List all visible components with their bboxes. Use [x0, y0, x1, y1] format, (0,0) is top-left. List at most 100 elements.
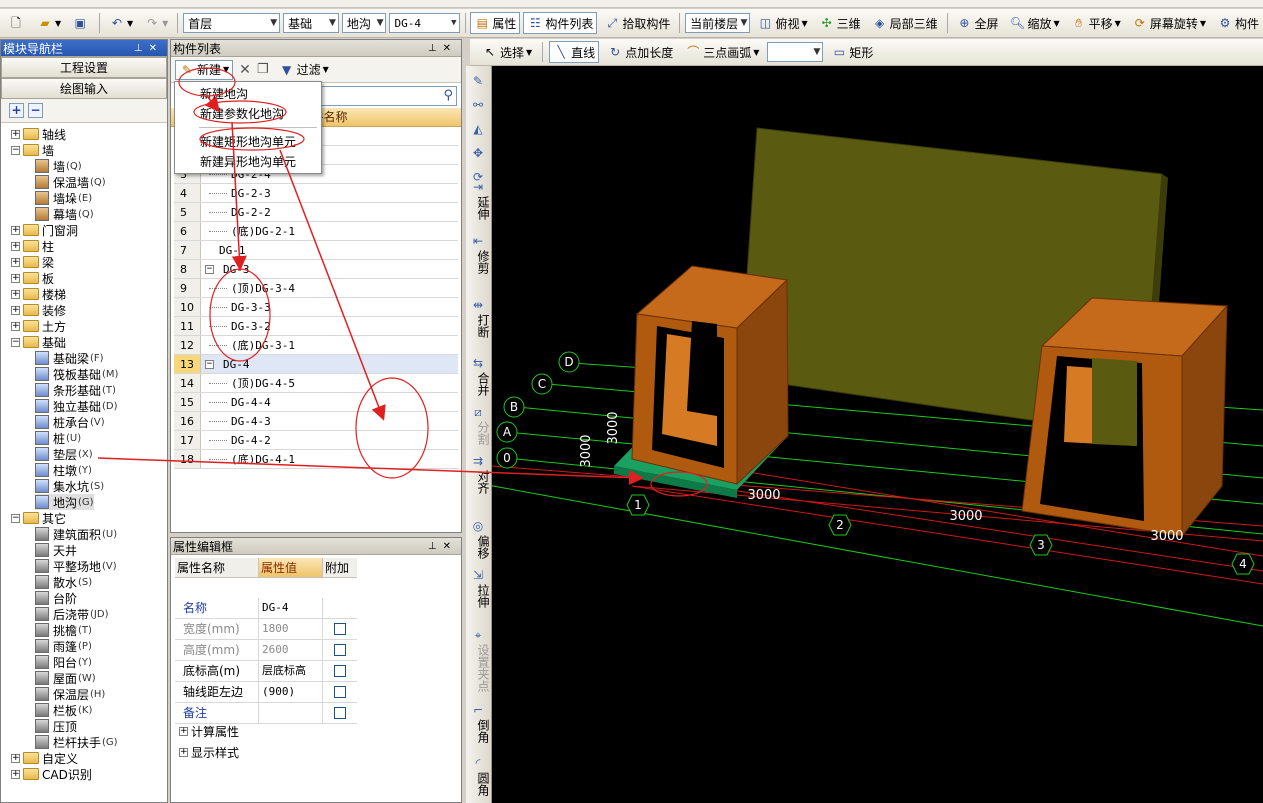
table-row[interactable]: 17 DG-4-2	[174, 431, 458, 450]
tool-icon[interactable]: ⚯	[471, 98, 485, 112]
tree-item[interactable]: 桩 (U)	[35, 430, 81, 446]
tree-item[interactable]: 后浇带 (JD)	[35, 606, 108, 622]
tool-icon[interactable]: ⧄	[471, 405, 485, 419]
tree-item[interactable]: 条形基础 (T)	[35, 382, 116, 398]
tool-icon[interactable]: ⌐	[471, 703, 485, 717]
tool-icon[interactable]: ◎	[471, 519, 485, 533]
expand-all-icon[interactable]: +	[9, 103, 24, 118]
tree-item[interactable]: 基础梁 (F)	[35, 350, 104, 366]
select-button[interactable]: ↖ 选择 ▼	[478, 41, 536, 63]
expand-icon[interactable]: +	[11, 273, 20, 283]
type-select[interactable]: 地沟 ▼	[341, 13, 387, 33]
tree-item[interactable]: + 门窗洞	[11, 222, 78, 238]
tree-item[interactable]: − 其它	[11, 510, 66, 526]
point-length-button[interactable]: ↻ 点加长度	[603, 41, 677, 63]
extra-checkbox[interactable]	[334, 686, 346, 698]
tool-label[interactable]: 圆角	[466, 772, 490, 796]
property-value[interactable]: 1800	[259, 619, 323, 639]
tree-item[interactable]: + 土方	[11, 318, 66, 334]
expand-icon[interactable]: +	[11, 769, 20, 779]
tree-item[interactable]: 台阶	[35, 590, 77, 606]
menu-new-trench[interactable]: 新建地沟	[175, 84, 321, 104]
tool-label[interactable]: 分割	[466, 421, 490, 445]
table-row[interactable]: 14 (顶)DG-4-5	[174, 374, 458, 393]
tree-item[interactable]: − 墙	[11, 142, 54, 158]
tool-label[interactable]: 修剪	[466, 250, 490, 274]
collapse-all-icon[interactable]: −	[28, 103, 43, 118]
new-button[interactable]: ✎ 新建 ▼	[175, 59, 234, 80]
tree-item[interactable]: + 自定义	[11, 750, 78, 766]
table-row[interactable]: 12 (底)DG-3-1	[174, 336, 458, 355]
table-row[interactable]: 5 DG-2-2	[174, 203, 458, 222]
tree-item[interactable]: 独立基础 (D)	[35, 398, 118, 414]
tool-icon[interactable]: ⇉	[471, 454, 485, 468]
tool-label[interactable]: 拉伸	[466, 584, 490, 608]
extra-checkbox[interactable]	[334, 623, 346, 635]
component-button[interactable]: ⚙︎ 构件	[1213, 12, 1263, 34]
new-file-icon[interactable]: 🗋	[4, 12, 30, 34]
property-value[interactable]: 层底标高	[259, 661, 323, 681]
undo-icon[interactable]: ↶ ▼	[105, 12, 137, 34]
component-select[interactable]: DG-4 ▼	[389, 13, 460, 33]
rotate-button[interactable]: ⟳ 屏幕旋转 ▼	[1128, 12, 1210, 34]
menu-new-param-trench[interactable]: 新建参数化地沟	[175, 104, 321, 124]
expand-icon[interactable]: +	[11, 257, 20, 267]
property-group-calc[interactable]: + 计算属性	[175, 722, 357, 743]
tree-item[interactable]: + 柱	[11, 238, 54, 254]
table-row[interactable]: 18 (底)DG-4-1	[174, 450, 458, 469]
tree-item[interactable]: 雨篷 (P)	[35, 638, 92, 654]
tree-item[interactable]: 栏杆扶手 (G)	[35, 734, 118, 750]
copy-icon[interactable]: ❐	[257, 62, 269, 77]
table-row[interactable]: 6 (底)DG-2-1	[174, 222, 458, 241]
open-folder-icon[interactable]: ▰ ▼	[33, 12, 65, 34]
property-row[interactable]: 宽度(mm) 1800	[175, 619, 357, 640]
collapse-icon[interactable]: −	[11, 337, 20, 347]
line-button[interactable]: ╲ 直线	[549, 41, 600, 63]
filter-button[interactable]: ▼ 过滤 ▼	[275, 60, 333, 80]
drawing-input-button[interactable]: 绘图输入	[1, 78, 167, 99]
rect-button[interactable]: ▭ 矩形	[827, 41, 877, 63]
property-button[interactable]: ▤ 属性	[470, 12, 521, 34]
tree-item[interactable]: 地沟 (G)	[35, 494, 94, 510]
expand-icon[interactable]: +	[11, 129, 20, 139]
project-settings-button[interactable]: 工程设置	[1, 57, 167, 78]
collapse-icon[interactable]: −	[11, 145, 20, 155]
table-row[interactable]: 10 DG-3-3	[174, 298, 458, 317]
tree-item[interactable]: 幕墙 (Q)	[35, 206, 94, 222]
tree-item[interactable]: − 基础	[11, 334, 66, 350]
pick-component-button[interactable]: ⤢ 拾取构件	[600, 12, 674, 34]
tree-item[interactable]: 建筑面积 (U)	[35, 526, 117, 542]
tool-label[interactable]: 合并	[466, 372, 490, 396]
search-icon[interactable]: ⚲	[443, 88, 453, 103]
table-row[interactable]: 4 DG-2-3	[174, 184, 458, 203]
component-list-button[interactable]: ☷ 构件列表	[523, 12, 598, 34]
expand-icon[interactable]: +	[179, 727, 188, 736]
tree-item[interactable]: 柱墩 (Y)	[35, 462, 92, 478]
fullscreen-button[interactable]: ⊕ 全屏	[952, 12, 1002, 34]
tree-item[interactable]: 屋面 (W)	[35, 670, 96, 686]
property-value[interactable]: (900)	[259, 682, 323, 702]
tree-item[interactable]: 墙垛 (E)	[35, 190, 92, 206]
arc-button[interactable]: ⌒ 三点画弧 ▼	[681, 41, 763, 63]
tool-label[interactable]: 对齐	[466, 470, 490, 494]
tool-icon[interactable]: ⌖	[471, 628, 485, 642]
tool-icon[interactable]: ⇤	[471, 234, 485, 248]
tree-item[interactable]: 平整场地 (V)	[35, 558, 117, 574]
table-row[interactable]: 8− DG-3	[174, 260, 458, 279]
floor-select[interactable]: 首层 ▼	[183, 13, 281, 33]
tool-icon[interactable]: ✥	[471, 146, 485, 160]
expand-icon[interactable]: +	[11, 289, 20, 299]
view-floor-select[interactable]: 当前楼层 ▼	[685, 13, 751, 33]
tree-item[interactable]: + 轴线	[11, 126, 66, 142]
collapse-icon[interactable]: −	[11, 513, 20, 523]
tree-item[interactable]: 散水 (S)	[35, 574, 92, 590]
tool-label[interactable]: 偏移	[466, 535, 490, 559]
tool-label[interactable]: 倒角	[466, 719, 490, 743]
extra-checkbox[interactable]	[334, 644, 346, 656]
expand-icon[interactable]: +	[11, 321, 20, 331]
expand-icon[interactable]: +	[11, 241, 20, 251]
tree-item[interactable]: 栏板 (K)	[35, 702, 92, 718]
local-3d-button[interactable]: ◈ 局部三维	[868, 12, 942, 34]
tree-item[interactable]: 保温墙 (Q)	[35, 174, 106, 190]
property-value[interactable]: DG-4	[259, 598, 323, 618]
